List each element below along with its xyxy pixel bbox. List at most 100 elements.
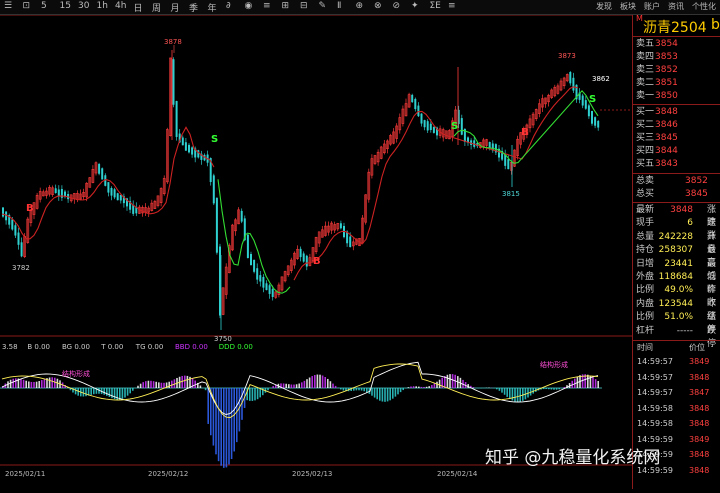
toolbar-button[interactable]: 15: [60, 1, 71, 11]
ask-label: 卖五: [636, 38, 654, 51]
toolbar-button[interactable]: ☰: [4, 1, 12, 11]
toolbar-button[interactable]: ΣE: [430, 1, 441, 11]
toolbar-button[interactable]: ⊞: [282, 1, 290, 11]
ask-row[interactable]: 卖二3851: [633, 77, 720, 90]
indicator-bar: [332, 384, 334, 388]
chart-area[interactable]: 387837503873381537823862 BSBSBS 结构形成结构形成…: [0, 15, 632, 489]
tick-time: 14:59:57: [637, 356, 673, 368]
indicator-bar: [132, 388, 134, 391]
ask-price: 3852: [655, 64, 691, 77]
indicator-bar: [358, 388, 360, 390]
indicator-bar: [423, 387, 425, 388]
indicator-legend-item: TG 0.00: [135, 343, 164, 351]
toolbar-button[interactable]: 年: [208, 1, 217, 14]
short-moving-average-line: [218, 91, 598, 293]
indicator-bar: [23, 380, 25, 388]
indicator-bar: [304, 381, 306, 388]
bid-label: 买五: [636, 158, 654, 171]
bid-row[interactable]: 买四3844: [633, 145, 720, 158]
indicator-bar: [426, 387, 428, 388]
toolbar-button[interactable]: Ⅱ: [337, 1, 341, 11]
long-moving-average-line: [2, 87, 578, 280]
toolbar-button[interactable]: 4h: [115, 1, 126, 11]
toolbar-button[interactable]: ✎: [319, 1, 327, 11]
indicator-bar: [408, 387, 410, 388]
quote-row: 最新3848涨跌: [633, 204, 720, 217]
toolbar-button[interactable]: 周: [152, 1, 161, 14]
indicator-bar: [389, 388, 391, 400]
quote-value: 3848: [633, 204, 693, 217]
toolbar-button[interactable]: 30: [78, 1, 89, 11]
toolbar-button[interactable]: ≡: [448, 1, 456, 11]
indicator-bar: [501, 388, 503, 393]
indicator-bar: [548, 388, 550, 389]
bid-label: 买四: [636, 145, 654, 158]
toolbar-button[interactable]: ⊟: [300, 1, 308, 11]
menu-item[interactable]: 板块: [620, 1, 636, 12]
candle-down: [117, 193, 119, 200]
toolbar-button[interactable]: ◉: [245, 1, 253, 11]
candle-down: [58, 189, 60, 196]
total-sell-row: 总卖 3852: [633, 175, 720, 188]
toolbar-button[interactable]: 5: [41, 1, 47, 11]
toolbar-button[interactable]: 月: [171, 1, 180, 14]
date-label: 2025/02/14: [437, 470, 478, 478]
product-title: 沥青2504: [643, 17, 707, 37]
quote-value: -----: [633, 325, 693, 338]
indicator-bar: [259, 388, 261, 397]
total-buy-row: 总买 3845: [633, 188, 720, 201]
toolbar-button[interactable]: 1h: [97, 1, 108, 11]
bid-row[interactable]: 买三3845: [633, 132, 720, 145]
quote-row: 现手6速涨: [633, 217, 720, 230]
indicator-bar: [20, 379, 22, 388]
menu-item[interactable]: 账户: [644, 1, 660, 12]
indicator-bar: [517, 388, 519, 402]
ask-price: 3854: [655, 38, 691, 51]
indicator-bar: [127, 388, 129, 396]
indicator-legend-item: BG 0.00: [62, 343, 90, 351]
toolbar-button[interactable]: ⊕: [356, 1, 364, 11]
menu-item[interactable]: 资讯: [668, 1, 684, 12]
trade-signal: S: [211, 134, 218, 145]
indicator-bar: [124, 388, 126, 398]
toolbar-button[interactable]: 季: [189, 1, 198, 14]
candle-down: [120, 195, 122, 201]
toolbar-button[interactable]: ⊘: [393, 1, 401, 11]
kline-chart[interactable]: 387837503873381537823862 BSBSBS 结构形成结构形成…: [0, 15, 632, 489]
ask-row[interactable]: 卖四3853: [633, 51, 720, 64]
indicator-bar: [340, 388, 342, 389]
indicator-bar: [215, 388, 217, 454]
indicator-legend-item: BBD 0.00: [175, 343, 208, 351]
candle-down: [256, 268, 258, 279]
toolbar-button[interactable]: 日: [134, 1, 143, 14]
indicator-bar: [44, 379, 46, 388]
toolbar-button[interactable]: ∂: [226, 1, 231, 11]
price-extreme-label: 3782: [12, 264, 30, 272]
ask-row[interactable]: 卖一3850: [633, 90, 720, 103]
tick-time: 14:59:57: [637, 372, 673, 384]
candle-down: [185, 142, 187, 150]
indicator-bar: [397, 388, 399, 394]
bid-row[interactable]: 买五3843: [633, 158, 720, 171]
indicator-note: 结构形成: [62, 369, 90, 378]
indicator-bar: [595, 379, 597, 388]
indicator-bar: [155, 382, 157, 388]
m-marker: M: [636, 14, 643, 23]
ask-row[interactable]: 卖五3854: [633, 38, 720, 51]
menu-item[interactable]: 发现: [596, 1, 612, 12]
toolbar-button[interactable]: ✦: [411, 1, 419, 11]
candle-down: [253, 260, 255, 272]
bid-label: 买三: [636, 132, 654, 145]
tick-row: 14:59:573847: [633, 387, 720, 399]
ask-row[interactable]: 卖三3852: [633, 64, 720, 77]
candle-down: [11, 219, 13, 229]
indicator-bar: [207, 388, 209, 424]
indicator-bar: [514, 388, 516, 402]
bid-row[interactable]: 买一3848: [633, 106, 720, 119]
indicator-bar: [499, 388, 501, 391]
toolbar-button[interactable]: ⊡: [23, 1, 31, 11]
toolbar-button[interactable]: ≡: [263, 1, 271, 11]
menu-item[interactable]: 个性化: [692, 1, 716, 12]
toolbar-button[interactable]: ⊗: [374, 1, 382, 11]
bid-row[interactable]: 买二3846: [633, 119, 720, 132]
